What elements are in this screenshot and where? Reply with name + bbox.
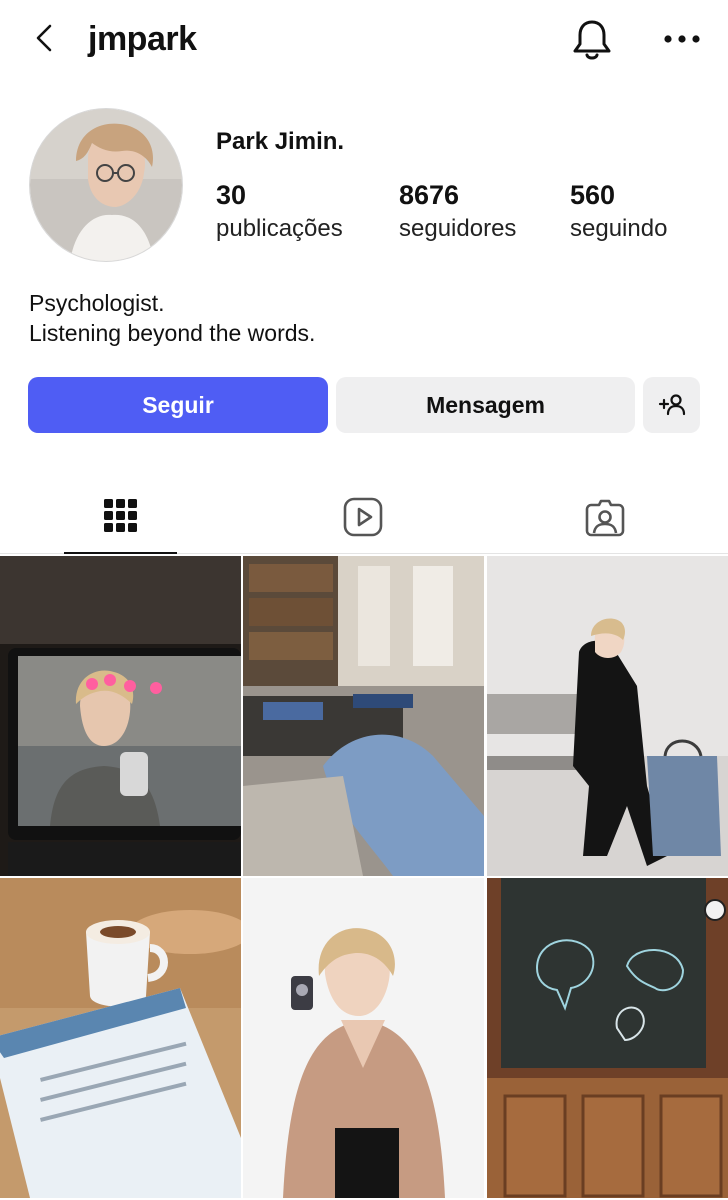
tagged-icon: [585, 499, 624, 537]
stat-followers-count: 8676: [399, 180, 460, 210]
profile-username: jmpark: [88, 20, 197, 58]
add-user-button[interactable]: [643, 377, 700, 433]
message-button[interactable]: Mensagem: [336, 377, 635, 433]
bio-line: Listening beyond the words.: [29, 320, 316, 346]
profile-bio: Psychologist. Listening beyond the words…: [29, 288, 315, 348]
post-thumbnail[interactable]: [487, 878, 728, 1198]
stat-posts-label: publicações: [216, 215, 343, 242]
stat-followers-label: seguidores: [399, 215, 517, 242]
post-thumbnail[interactable]: [487, 556, 728, 876]
tab-reels[interactable]: [306, 480, 419, 554]
more-options-icon[interactable]: [656, 20, 708, 60]
top-bar: jmpark: [0, 0, 728, 80]
grid-icon: [103, 499, 137, 532]
stat-following-count: 560: [570, 180, 616, 210]
stat-posts[interactable]: 30 publicações: [216, 178, 343, 246]
follow-button[interactable]: Seguir: [28, 377, 328, 433]
post-thumbnail[interactable]: [243, 878, 484, 1198]
notification-bell-icon[interactable]: [566, 16, 618, 64]
post-thumbnail[interactable]: [243, 556, 484, 876]
stat-following-label: seguindo: [570, 215, 668, 242]
stat-posts-count: 30: [216, 180, 247, 210]
follow-button-label: Seguir: [142, 391, 214, 418]
content-tabs: [0, 480, 728, 554]
stat-following[interactable]: 560 seguindo: [570, 178, 667, 246]
reels-icon: [343, 497, 382, 537]
message-button-label: Mensagem: [426, 391, 545, 418]
post-thumbnail[interactable]: [0, 878, 241, 1198]
add-user-icon: [658, 394, 685, 416]
post-thumbnail[interactable]: [0, 556, 241, 876]
tab-tagged[interactable]: [548, 480, 661, 554]
posts-grid: [0, 556, 728, 1200]
display-name: Park Jimin.: [216, 128, 345, 155]
profile-avatar[interactable]: [29, 108, 183, 262]
bio-line: Psychologist.: [29, 290, 165, 316]
tab-grid-posts[interactable]: [64, 480, 177, 554]
back-icon[interactable]: [26, 18, 66, 58]
stat-followers[interactable]: 8676 seguidores: [399, 178, 516, 246]
